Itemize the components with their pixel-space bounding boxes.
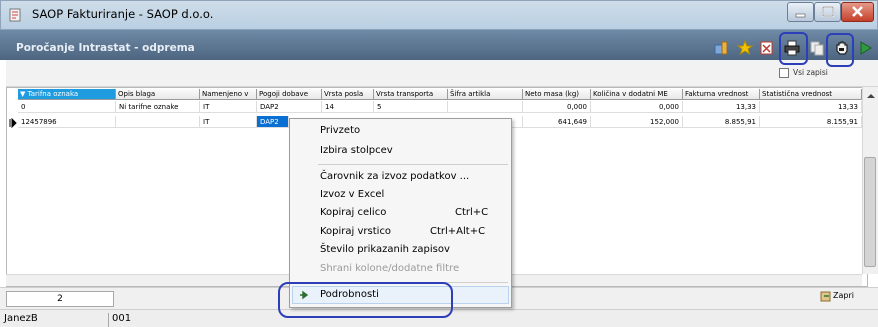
window-title: SAOP Fakturiranje - SAOP d.o.o.: [32, 7, 214, 21]
cell-pogoji[interactable]: DAP2: [257, 101, 322, 113]
record-count: 2: [6, 291, 114, 307]
annotation-highlight-print: [779, 32, 808, 65]
cell-tarifna[interactable]: 0: [18, 101, 116, 113]
menu-item-privzeto[interactable]: Privzeto: [320, 125, 360, 136]
column-header-vrsta-posla[interactable]: Vrsta posla: [322, 89, 374, 100]
cell-fakturna[interactable]: 13,33: [683, 101, 760, 113]
menu-item-kopiraj-vrstico[interactable]: Kopiraj vrstico: [320, 226, 391, 237]
status-code: 001: [108, 313, 148, 327]
cell-opis[interactable]: Ni tarifne oznake: [116, 101, 200, 113]
annotation-highlight-podrobnosti: [278, 282, 453, 318]
column-header-kolicina[interactable]: Količina v dodatni ME: [591, 89, 683, 100]
column-header-fakturna[interactable]: Fakturna vrednost: [683, 89, 760, 100]
column-header-namenjeno[interactable]: Namenjeno v: [200, 89, 257, 100]
column-header-opis[interactable]: Opis blaga: [116, 89, 200, 100]
column-header-neto[interactable]: Neto masa (kg): [523, 89, 591, 100]
form-title: Poročanje Intrastat - odprema: [16, 42, 195, 54]
cell-tarifna[interactable]: 12457896: [18, 116, 116, 128]
minimize-button[interactable]: [787, 2, 814, 22]
cell-pogoji-selected[interactable]: DAP2: [257, 116, 289, 128]
maximize-button[interactable]: [814, 2, 841, 22]
vertical-scroll-thumb[interactable]: [864, 157, 876, 267]
cell-statisticna[interactable]: 8.155,91: [760, 116, 862, 128]
maximize-icon: [822, 6, 834, 17]
cell-neto[interactable]: 641,649: [523, 116, 591, 128]
cell-namenjeno[interactable]: IT: [200, 116, 257, 128]
cell-neto[interactable]: 0,000: [523, 101, 591, 113]
grid-icon[interactable]: [712, 39, 730, 57]
cell-fakturna[interactable]: 8.855,91: [683, 116, 760, 128]
column-label: Tarifna oznaka: [27, 90, 79, 98]
cell-namenjeno[interactable]: IT: [200, 101, 257, 113]
menu-item-shrani-kolone: Shrani kolone/dodatne filtre: [320, 263, 460, 274]
star-icon[interactable]: [736, 39, 754, 57]
cell-vrsta-posla[interactable]: 14: [322, 101, 374, 113]
close-doc-icon[interactable]: [758, 39, 776, 57]
shortcut-kopiraj-celico: Ctrl+C: [455, 207, 489, 218]
cell-statisticna[interactable]: 13,33: [760, 101, 862, 113]
annotation-highlight-hand: [826, 33, 854, 67]
menu-item-izvoz-excel[interactable]: Izvoz v Excel: [320, 189, 384, 200]
exit-icon[interactable]: [820, 290, 832, 302]
cell-opis[interactable]: [116, 116, 200, 128]
cell-kolicina[interactable]: 0,000: [591, 101, 683, 113]
app-icon: [9, 8, 21, 22]
close-window-button[interactable]: [841, 2, 874, 22]
column-header-statisticna[interactable]: Statistična vrednost: [760, 89, 862, 100]
minimize-icon: [795, 13, 806, 18]
close-button[interactable]: Zapri: [833, 291, 854, 300]
menu-item-kopiraj-celico[interactable]: Kopiraj celico: [320, 207, 386, 218]
row-pointer-icon: [9, 118, 17, 128]
shortcut-kopiraj-vrstico: Ctrl+Alt+C: [430, 226, 486, 237]
cell-sifra[interactable]: [448, 101, 523, 113]
cell-vrsta-transporta[interactable]: 5: [374, 101, 448, 113]
scroll-up-icon[interactable]: [864, 90, 878, 102]
cell-sifra[interactable]: [512, 116, 523, 128]
copy-icon[interactable]: [808, 39, 826, 57]
next-icon[interactable]: [857, 39, 875, 57]
menu-item-stevilo-zapisov[interactable]: Število prikazanih zapisov: [320, 244, 450, 255]
vsi-zapisi-label: Vsi zapisi: [793, 68, 828, 77]
column-header-sifra[interactable]: Šifra artikla: [448, 89, 523, 100]
menu-separator: [318, 164, 508, 165]
close-icon: [852, 6, 863, 17]
column-header-pogoji[interactable]: Pogoji dobave: [257, 89, 322, 100]
cell-kolicina[interactable]: 152,000: [591, 116, 683, 128]
menu-item-carovnik-izvoz[interactable]: Čarovnik za izvoz podatkov ...: [320, 171, 469, 182]
column-header-vrsta-transporta[interactable]: Vrsta transporta: [374, 89, 448, 100]
status-user: JanezB: [4, 313, 38, 324]
menu-item-izbira-stolpcev[interactable]: Izbira stolpcev: [320, 145, 393, 156]
vsi-zapisi-checkbox[interactable]: [779, 68, 789, 78]
filter-strip: [6, 60, 878, 87]
column-header-tarifna[interactable]: ▼ Tarifna oznaka: [18, 89, 116, 100]
